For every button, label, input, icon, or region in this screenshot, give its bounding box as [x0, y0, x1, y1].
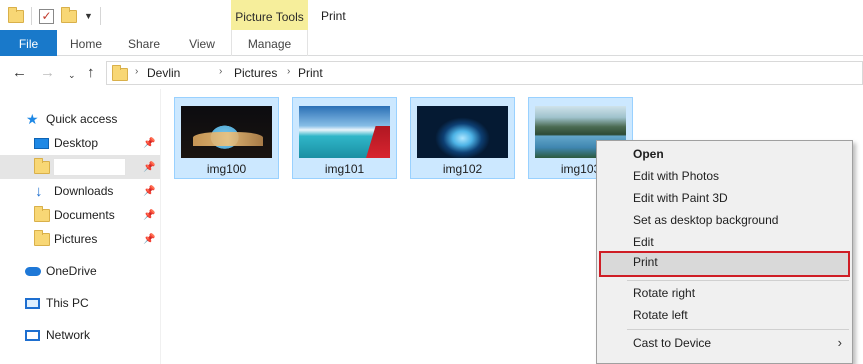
sidebar-item-label: Desktop: [54, 136, 99, 150]
sidebar-item-label: Pictures: [54, 232, 98, 246]
network-icon: [25, 329, 40, 341]
sidebar-item-label: Quick access: [46, 112, 118, 126]
pin-icon: 📌: [143, 185, 156, 197]
file-tile-img100[interactable]: img100: [174, 97, 279, 179]
menu-item-cast-to-device[interactable]: Cast to Device ›: [599, 332, 850, 354]
navigation-pane: ★ Quick access Desktop 📌 📌 ↓ Downloads 📌…: [0, 100, 160, 364]
toolbar-divider: [31, 7, 32, 25]
sidebar-item-desktop[interactable]: Desktop 📌: [0, 131, 160, 155]
file-tile-img101[interactable]: img101: [292, 97, 397, 179]
sidebar-item-label: Documents: [54, 208, 115, 222]
breadcrumb-devlin[interactable]: Devlin: [147, 66, 180, 80]
menu-item-rotate-right[interactable]: Rotate right: [599, 282, 850, 304]
window-title: Print: [321, 9, 346, 23]
menu-separator: [627, 329, 849, 330]
sidebar-item-network[interactable]: Network: [0, 323, 160, 347]
breadcrumb-pictures[interactable]: Pictures: [234, 66, 277, 80]
chevron-right-icon: ›: [837, 335, 842, 350]
pin-icon: 📌: [143, 137, 156, 149]
new-folder-icon[interactable]: [61, 6, 77, 23]
sidebar-item-documents[interactable]: Documents 📌: [0, 203, 160, 227]
sidebar-item-downloads[interactable]: ↓ Downloads 📌: [0, 179, 160, 203]
title-bar: ✓ ▼ Picture Tools Print: [0, 0, 863, 34]
folder-icon: [34, 229, 50, 246]
tab-view[interactable]: View: [173, 30, 231, 56]
image-thumbnail: [417, 106, 508, 158]
sidebar-item-pictures[interactable]: Pictures 📌: [0, 227, 160, 251]
back-arrow-icon[interactable]: ←: [12, 65, 27, 80]
toolbar-divider: [99, 7, 101, 25]
sidebar-item-label: This PC: [46, 296, 89, 310]
forward-arrow-icon[interactable]: →: [40, 65, 55, 80]
address-bar: ← → ⌄ ↑ › Devlin › Pictures › Print: [0, 57, 863, 89]
menu-item-edit-with-photos[interactable]: Edit with Photos: [599, 165, 850, 187]
menu-item-edit-with-paint-3d[interactable]: Edit with Paint 3D: [599, 187, 850, 209]
pin-icon: 📌: [143, 233, 156, 245]
tab-file[interactable]: File: [0, 30, 57, 56]
quick-access-star-icon: ★: [26, 110, 39, 127]
tab-manage[interactable]: Manage: [231, 30, 308, 56]
sidebar-item-onedrive[interactable]: OneDrive: [0, 259, 160, 283]
pin-icon: 📌: [143, 161, 156, 173]
sidebar-item-label: Network: [46, 328, 91, 342]
address-path-field[interactable]: › Devlin › Pictures › Print: [106, 61, 863, 85]
menu-item-rotate-left[interactable]: Rotate left: [599, 304, 850, 326]
quick-access-toolbar: ✓ ▼: [8, 6, 101, 25]
file-name: img101: [324, 162, 365, 176]
sidebar-item-label: Downloads: [54, 184, 114, 198]
pin-icon: 📌: [143, 209, 156, 221]
menu-item-label: Cast to Device: [633, 336, 712, 350]
file-name: img100: [206, 162, 247, 176]
tab-home[interactable]: Home: [57, 30, 115, 56]
menu-item-set-desktop-background[interactable]: Set as desktop background: [599, 209, 850, 231]
menu-separator: [627, 280, 849, 281]
ribbon-tabs: File Home Share View Manage: [0, 30, 863, 56]
image-thumbnail: [181, 106, 272, 158]
folder-icon: [112, 65, 128, 81]
desktop-icon: [34, 137, 49, 149]
sidebar-item-this-pc[interactable]: This PC: [0, 291, 160, 315]
file-tile-img102[interactable]: img102: [410, 97, 515, 179]
folder-icon: [34, 157, 50, 174]
chevron-right-icon[interactable]: ›: [135, 66, 138, 77]
properties-icon[interactable]: ✓: [39, 8, 54, 24]
menu-item-open[interactable]: Open: [599, 143, 850, 165]
up-arrow-icon[interactable]: ↑: [87, 65, 95, 80]
tab-share[interactable]: Share: [115, 30, 173, 56]
downloads-icon: ↓: [35, 182, 43, 200]
pane-divider: [160, 89, 161, 364]
folder-icon[interactable]: [8, 6, 24, 23]
folder-icon: [34, 205, 50, 222]
sidebar-item-label: OneDrive: [46, 264, 97, 278]
context-menu: Open Edit with Photos Edit with Paint 3D…: [596, 140, 853, 364]
menu-item-print[interactable]: Print: [599, 251, 850, 277]
recent-locations-chevron-icon[interactable]: ⌄: [68, 68, 76, 83]
sidebar-item-renaming-folder[interactable]: 📌: [0, 155, 160, 179]
chevron-right-icon[interactable]: ›: [219, 66, 222, 77]
sidebar-item-quick-access[interactable]: ★ Quick access: [0, 107, 160, 131]
onedrive-icon: [25, 266, 41, 276]
chevron-right-icon[interactable]: ›: [287, 66, 290, 77]
file-name: img102: [442, 162, 483, 176]
rename-input[interactable]: [53, 158, 126, 176]
this-pc-icon: [25, 297, 40, 309]
menu-item-edit[interactable]: Edit: [599, 231, 850, 253]
picture-tools-context-tab: Picture Tools: [231, 0, 308, 30]
customize-dropdown-icon[interactable]: ▼: [84, 11, 93, 21]
image-thumbnail: [299, 106, 390, 158]
breadcrumb-print[interactable]: Print: [298, 66, 323, 80]
